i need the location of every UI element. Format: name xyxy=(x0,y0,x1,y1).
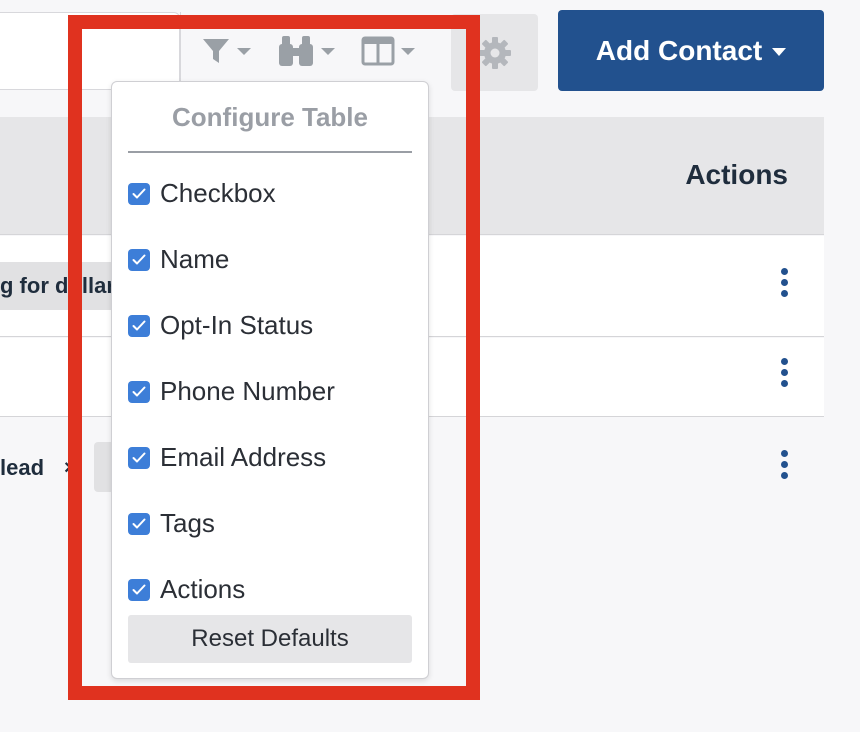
checkbox-checked-icon[interactable] xyxy=(128,380,150,403)
checkbox-checked-icon[interactable] xyxy=(128,314,150,337)
option-phone-number[interactable]: Phone Number xyxy=(128,376,335,407)
checkbox-checked-icon[interactable] xyxy=(128,248,150,271)
columns-button[interactable] xyxy=(361,36,415,66)
tag-label: lead xyxy=(0,455,45,480)
table-tools xyxy=(180,12,450,90)
row-actions-icon[interactable] xyxy=(778,450,790,479)
chevron-down-icon xyxy=(772,48,787,56)
option-email-address[interactable]: Email Address xyxy=(128,442,326,473)
chevron-down-icon xyxy=(401,47,415,55)
tag-chip[interactable]: g for dollar xyxy=(0,262,120,310)
option-name[interactable]: Name xyxy=(128,244,229,275)
search-input[interactable] xyxy=(0,12,180,90)
gear-icon xyxy=(478,36,511,69)
add-contact-button[interactable]: Add Contact xyxy=(558,10,824,91)
remove-tag-icon[interactable]: × xyxy=(64,457,76,480)
option-label: Checkbox xyxy=(160,178,276,208)
chevron-down-icon xyxy=(321,47,335,55)
filter-icon xyxy=(203,39,229,63)
option-opt-in-status[interactable]: Opt-In Status xyxy=(128,310,313,341)
option-tags[interactable]: Tags xyxy=(128,508,215,539)
tag-chip: lead × xyxy=(0,444,80,492)
option-label: Opt-In Status xyxy=(160,310,314,340)
configure-table-title: Configure Table xyxy=(172,102,368,132)
checkbox-checked-icon[interactable] xyxy=(128,446,150,469)
divider xyxy=(128,151,412,153)
reset-defaults-button[interactable]: Reset Defaults xyxy=(128,615,412,663)
option-label: Tags xyxy=(160,508,215,538)
checkbox-checked-icon[interactable] xyxy=(128,512,150,535)
tag-label: g for dollar xyxy=(0,273,115,298)
configure-table-dropdown: Configure Table Checkbox Name Opt-In Sta… xyxy=(111,81,429,679)
binoculars-icon xyxy=(279,36,313,66)
search-button[interactable] xyxy=(277,34,335,68)
option-label: Actions xyxy=(160,574,246,604)
checkbox-checked-icon[interactable] xyxy=(128,182,150,205)
option-label: Phone Number xyxy=(160,376,335,406)
columns-icon xyxy=(361,36,395,66)
option-actions[interactable]: Actions xyxy=(128,574,245,605)
option-label: Email Address xyxy=(160,442,327,472)
option-checkbox[interactable]: Checkbox xyxy=(128,178,276,209)
row-actions-icon[interactable] xyxy=(778,268,790,297)
chevron-down-icon xyxy=(237,47,251,55)
add-contact-label: Add Contact xyxy=(595,34,763,66)
option-label: Name xyxy=(160,244,230,274)
checkbox-checked-icon[interactable] xyxy=(128,578,150,601)
filter-button[interactable] xyxy=(201,36,251,66)
actions-column-header: Actions xyxy=(685,159,788,190)
row-actions-icon[interactable] xyxy=(778,358,790,387)
settings-button[interactable] xyxy=(451,14,538,91)
